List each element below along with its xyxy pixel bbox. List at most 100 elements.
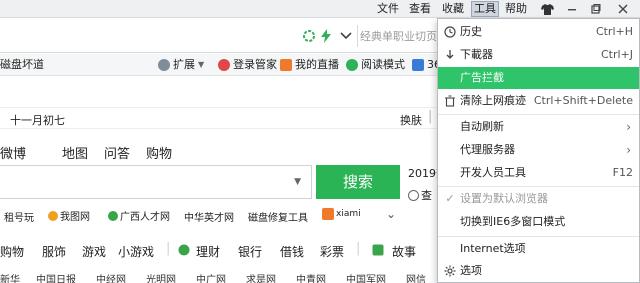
tab-qa[interactable]: 问答: [104, 143, 130, 162]
tab-weibo[interactable]: 微博: [0, 143, 26, 162]
shirt-icon[interactable]: [536, 0, 558, 18]
menu-tools[interactable]: 工具: [471, 1, 499, 17]
skin-link[interactable]: 换肤: [400, 112, 422, 128]
nav-item[interactable]: 故事: [392, 243, 416, 260]
restore-icon[interactable]: [585, 0, 607, 18]
site-logo-icon: [108, 210, 118, 221]
chevron-right-icon: ›: [626, 143, 631, 157]
news-link[interactable]: 中广网: [196, 271, 226, 283]
site-link[interactable]: 广西人才网: [108, 208, 170, 223]
close-icon[interactable]: [612, 0, 634, 18]
tab-shopping[interactable]: 购物: [146, 143, 172, 162]
nav-item[interactable]: 彩票: [320, 243, 344, 260]
query-link[interactable]: 查: [408, 187, 432, 203]
key-icon: [218, 59, 230, 71]
check-icon: ✓: [445, 192, 455, 205]
read-mode-button[interactable]: 阅读模式: [346, 58, 405, 72]
read-mode-label: 阅读模式: [361, 58, 405, 71]
news-link[interactable]: 求是网: [246, 271, 276, 283]
menu-item-options[interactable]: 选项: [438, 260, 639, 282]
shortcut-label: Ctrl+H: [595, 25, 633, 38]
login-label: 登录管家: [233, 58, 277, 71]
news-link[interactable]: 新华: [0, 271, 20, 283]
tv-icon: [280, 59, 292, 71]
tab-map[interactable]: 地图: [62, 143, 88, 162]
news-link[interactable]: 中青网: [296, 271, 326, 283]
clock-icon: [444, 26, 456, 38]
caret-down-icon[interactable]: ▼: [294, 177, 301, 187]
menu-item-proxy[interactable]: 代理服务器 ›: [438, 139, 639, 161]
tools-menu: 历史 Ctrl+H 下載器 Ctrl+J 广告拦截 清除上网痕迹 Ctrl+Sh…: [437, 18, 640, 283]
chevron-down-icon[interactable]: [340, 28, 352, 44]
site-link[interactable]: 租号玩: [4, 209, 34, 224]
divider: [357, 25, 358, 47]
menu-item-clear-traces[interactable]: 清除上网痕迹 Ctrl+Shift+Delete: [438, 90, 639, 112]
query-label: 查: [421, 189, 432, 202]
nav-item[interactable]: 游戏: [82, 243, 106, 260]
login-manager-button[interactable]: 登录管家: [218, 58, 277, 72]
menu-item-downloader[interactable]: 下載器 Ctrl+J: [438, 44, 639, 66]
nav-item[interactable]: 银行: [238, 243, 262, 260]
site-logo-icon: [48, 210, 58, 221]
menu-item-ie6-mode[interactable]: 切换到IE6多窗口模式: [438, 211, 639, 233]
menu-view[interactable]: 查看: [407, 1, 433, 17]
search-field[interactable]: ▼: [0, 165, 312, 199]
menu-separator: [438, 114, 639, 115]
menu-file[interactable]: 文件: [375, 1, 401, 17]
site-link[interactable]: 中华英才网: [184, 209, 234, 224]
nav-item[interactable]: 小游戏: [118, 243, 154, 260]
menu-item-auto-refresh[interactable]: 自动刷新 ›: [438, 116, 639, 138]
news-link[interactable]: 中经网: [96, 271, 126, 283]
shortcut-label: Ctrl+Shift+Delete: [533, 94, 633, 107]
chevron-right-icon: ›: [626, 120, 631, 134]
favorite-disk[interactable]: 磁盘坏道: [0, 58, 44, 72]
favorite-label: 磁盘坏道: [0, 58, 44, 71]
menu-item-history[interactable]: 历史 Ctrl+H: [438, 21, 639, 43]
site-link[interactable]: xiami: [322, 208, 361, 220]
menu-separator: [438, 236, 639, 237]
news-link[interactable]: 中国日报: [36, 271, 76, 283]
gear-icon: [444, 265, 456, 277]
site-link[interactable]: 我图网: [48, 208, 90, 223]
site-link-label: 广西人才网: [120, 212, 170, 223]
menu-item-label: 广告拦截: [460, 71, 504, 84]
menu-item-label: 开发人员工具: [460, 166, 526, 179]
menu-item-label: Internet选项: [460, 242, 526, 255]
nav-item[interactable]: 购物: [0, 243, 24, 260]
divider: |: [166, 241, 171, 256]
lightning-icon[interactable]: [320, 28, 332, 44]
divider: |: [428, 109, 433, 124]
news-link[interactable]: 光明网: [146, 271, 176, 283]
news-link[interactable]: 中国军网: [346, 271, 386, 283]
nav-item[interactable]: 借钱: [280, 243, 304, 260]
site-link-label: 我图网: [60, 212, 90, 223]
refresh-icon[interactable]: [302, 28, 316, 44]
download-icon: [444, 49, 456, 61]
site-link[interactable]: 磁盘修复工具: [248, 209, 308, 224]
extend-button[interactable]: 扩展 ▼: [158, 58, 204, 72]
minimize-icon[interactable]: [561, 0, 583, 18]
caret-down-icon: ▼: [198, 60, 205, 69]
search-button[interactable]: 搜索: [316, 165, 400, 199]
menu-item-adblock[interactable]: 广告拦截: [438, 67, 639, 89]
chevron-down-icon[interactable]: ⌄: [386, 207, 396, 221]
finance-icon: [178, 244, 190, 259]
news-link[interactable]: 网信: [406, 271, 426, 283]
live-button[interactable]: 我的直播: [280, 58, 339, 72]
trash-icon: [444, 95, 456, 107]
extend-label: 扩展: [173, 58, 195, 71]
menu-item-label: 清除上网痕迹: [460, 94, 526, 107]
menu-item-label: 下載器: [460, 48, 493, 61]
menu-item-internet-options[interactable]: Internet选项: [438, 238, 639, 260]
site-link-label: xiami: [336, 209, 361, 219]
menu-separator: [438, 186, 639, 187]
menu-item-label: 自动刷新: [460, 120, 504, 133]
menu-item-devtools[interactable]: 开发人员工具 F12: [438, 162, 639, 184]
nav-item[interactable]: 理财: [196, 243, 220, 260]
story-icon: [372, 244, 384, 259]
nav-item[interactable]: 服饰: [42, 243, 66, 260]
menu-item-set-default: ✓ 设置为默认浏览器: [438, 188, 639, 210]
menu-item-label: 历史: [460, 25, 482, 38]
menu-help[interactable]: 帮助: [503, 1, 529, 17]
menu-favorites[interactable]: 收藏: [440, 1, 466, 17]
